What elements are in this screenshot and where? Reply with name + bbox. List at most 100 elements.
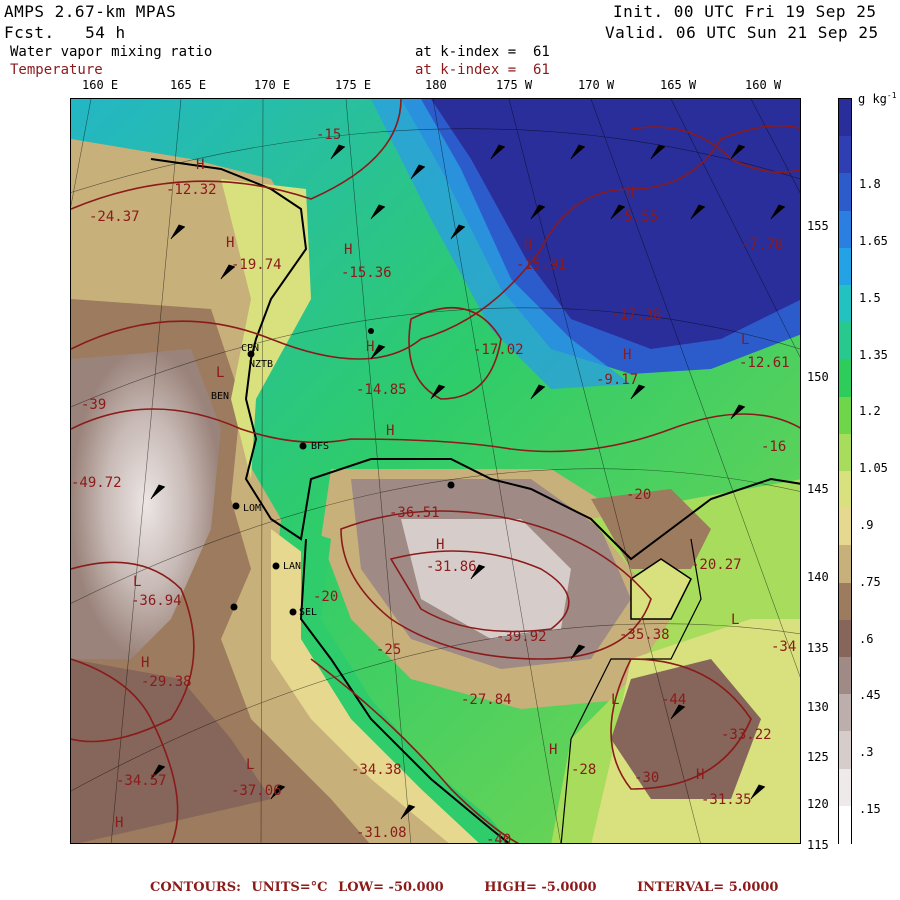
- high-marker: H: [623, 347, 631, 363]
- lat-label-125: 125: [807, 750, 829, 764]
- colorbar-segment: [839, 582, 851, 621]
- contour-label: -25: [376, 642, 401, 658]
- low-marker: L: [246, 757, 254, 773]
- contour-label: -14.85: [356, 382, 407, 398]
- contour-label: -12.32: [166, 182, 217, 198]
- lat-label-150: 150: [807, 370, 829, 384]
- low-marker: L: [611, 692, 619, 708]
- colorbar-segment: [839, 694, 851, 733]
- colorbar-segment: [839, 136, 851, 175]
- footer-units: UNITS=°C: [251, 880, 328, 895]
- contour-label: -33.22: [721, 727, 772, 743]
- lat-label-120: 120: [807, 797, 829, 811]
- colorbar-label: 1.8: [859, 177, 881, 192]
- high-marker: H: [115, 815, 123, 831]
- contour-label: -20.27: [691, 557, 742, 573]
- contour-label: -27.84: [461, 692, 512, 708]
- contour-legend: CONTOURS: UNITS=°C LOW= -50.000 HIGH= -5…: [150, 880, 784, 895]
- lat-label-140: 140: [807, 570, 829, 584]
- lon-label-175e: 175 E: [335, 78, 372, 92]
- low-marker: L: [741, 332, 749, 348]
- station-dot: [299, 442, 307, 450]
- lon-label-170e: 170 E: [254, 78, 291, 92]
- lon-label-170w: 170 W: [578, 78, 615, 92]
- colorbar-label: 1.05: [859, 461, 888, 476]
- lon-label-180: 180: [425, 78, 447, 92]
- contour-label: -31.08: [356, 825, 407, 841]
- contour-label: -40: [486, 832, 511, 844]
- high-marker: H: [549, 742, 557, 758]
- lat-label-115: 115: [807, 838, 829, 852]
- footer-low: LOW= -50.000: [338, 880, 444, 895]
- colorbar-segment: [839, 508, 851, 547]
- colorbar-segment: [839, 619, 851, 658]
- high-marker: H: [226, 235, 234, 251]
- contour-label: -30: [634, 770, 659, 786]
- colorbar-segment: [839, 285, 851, 323]
- contour-label: -28: [571, 762, 596, 778]
- contour-label: -9.17: [596, 372, 638, 388]
- contour-label: -35.38: [619, 627, 670, 643]
- high-marker: H: [196, 157, 204, 173]
- lat-label-130: 130: [807, 700, 829, 714]
- contour-label: -17.38: [611, 307, 662, 323]
- lat-label-135: 135: [807, 641, 829, 655]
- contour-label: -5.55: [616, 209, 658, 225]
- colorbar: [838, 98, 852, 844]
- contour-label: -44: [661, 692, 686, 708]
- colorbar-segment: [839, 210, 851, 249]
- colorbar-segment: [839, 731, 851, 770]
- colorbar-label: 1.5: [859, 290, 881, 305]
- colorbar-segment: [839, 247, 851, 286]
- station-dot: [447, 481, 455, 489]
- contour-label: -19.74: [231, 257, 282, 273]
- colorbar-segment: [839, 768, 851, 807]
- contour-label: -34.57: [116, 773, 167, 789]
- colorbar-unit: g kg-1: [858, 91, 897, 106]
- colorbar-label: .9: [859, 517, 874, 532]
- contour-label: -36.51: [389, 505, 440, 521]
- contour-label: -31.35: [701, 792, 752, 808]
- forecast-hour: Fcst. 54 h: [4, 23, 126, 42]
- contour-label: -15.91: [516, 257, 567, 273]
- contour-label: -36.94: [131, 593, 182, 609]
- high-marker: H: [344, 242, 352, 258]
- colorbar-label: .6: [859, 631, 874, 646]
- low-marker: L: [731, 612, 739, 628]
- low-marker: L: [216, 365, 224, 381]
- station-dot: [232, 502, 240, 510]
- valid-time: Valid. 06 UTC Sun 21 Sep 25: [605, 23, 879, 42]
- colorbar-label: .45: [859, 688, 881, 703]
- colorbar-label: .15: [859, 801, 881, 816]
- lon-label-175w: 175 W: [496, 78, 533, 92]
- station-dot: [272, 562, 280, 570]
- colorbar-segment: [839, 99, 851, 137]
- colorbar-label: 1.35: [859, 347, 888, 362]
- colorbar-segment: [839, 173, 851, 212]
- station-label: LAN: [283, 561, 301, 572]
- contour-label: -49.72: [71, 475, 122, 491]
- colorbar-segment: [839, 805, 851, 844]
- contour-label: -34: [771, 639, 796, 655]
- colorbar-segment: [839, 396, 851, 435]
- contour-label: -7.78: [741, 237, 783, 253]
- colorbar-segment: [839, 433, 851, 472]
- contour-label: -31.86: [426, 559, 477, 575]
- contour-label: -12.61: [739, 355, 790, 371]
- contour-label: -29.38: [141, 674, 192, 690]
- station-dot: [230, 603, 238, 611]
- footer-contours: CONTOURS:: [150, 880, 241, 895]
- station-label: NZTB: [249, 359, 273, 370]
- contour-label: -39: [81, 397, 106, 413]
- colorbar-segment: [839, 657, 851, 695]
- lon-label-160e: 160 E: [82, 78, 119, 92]
- station-label: BEN: [211, 391, 229, 402]
- init-time: Init. 00 UTC Fri 19 Sep 25: [613, 2, 877, 21]
- low-marker: L: [133, 574, 141, 590]
- field2-level: at k-index = 61: [415, 62, 550, 78]
- high-marker: H: [366, 339, 374, 355]
- map-panel: -12.32 -24.37 -19.74 -15.36 -14.85 -17.0…: [70, 98, 801, 844]
- colorbar-label: .3: [859, 745, 874, 760]
- colorbar-segment: [839, 545, 851, 584]
- colorbar-segment: [839, 471, 851, 509]
